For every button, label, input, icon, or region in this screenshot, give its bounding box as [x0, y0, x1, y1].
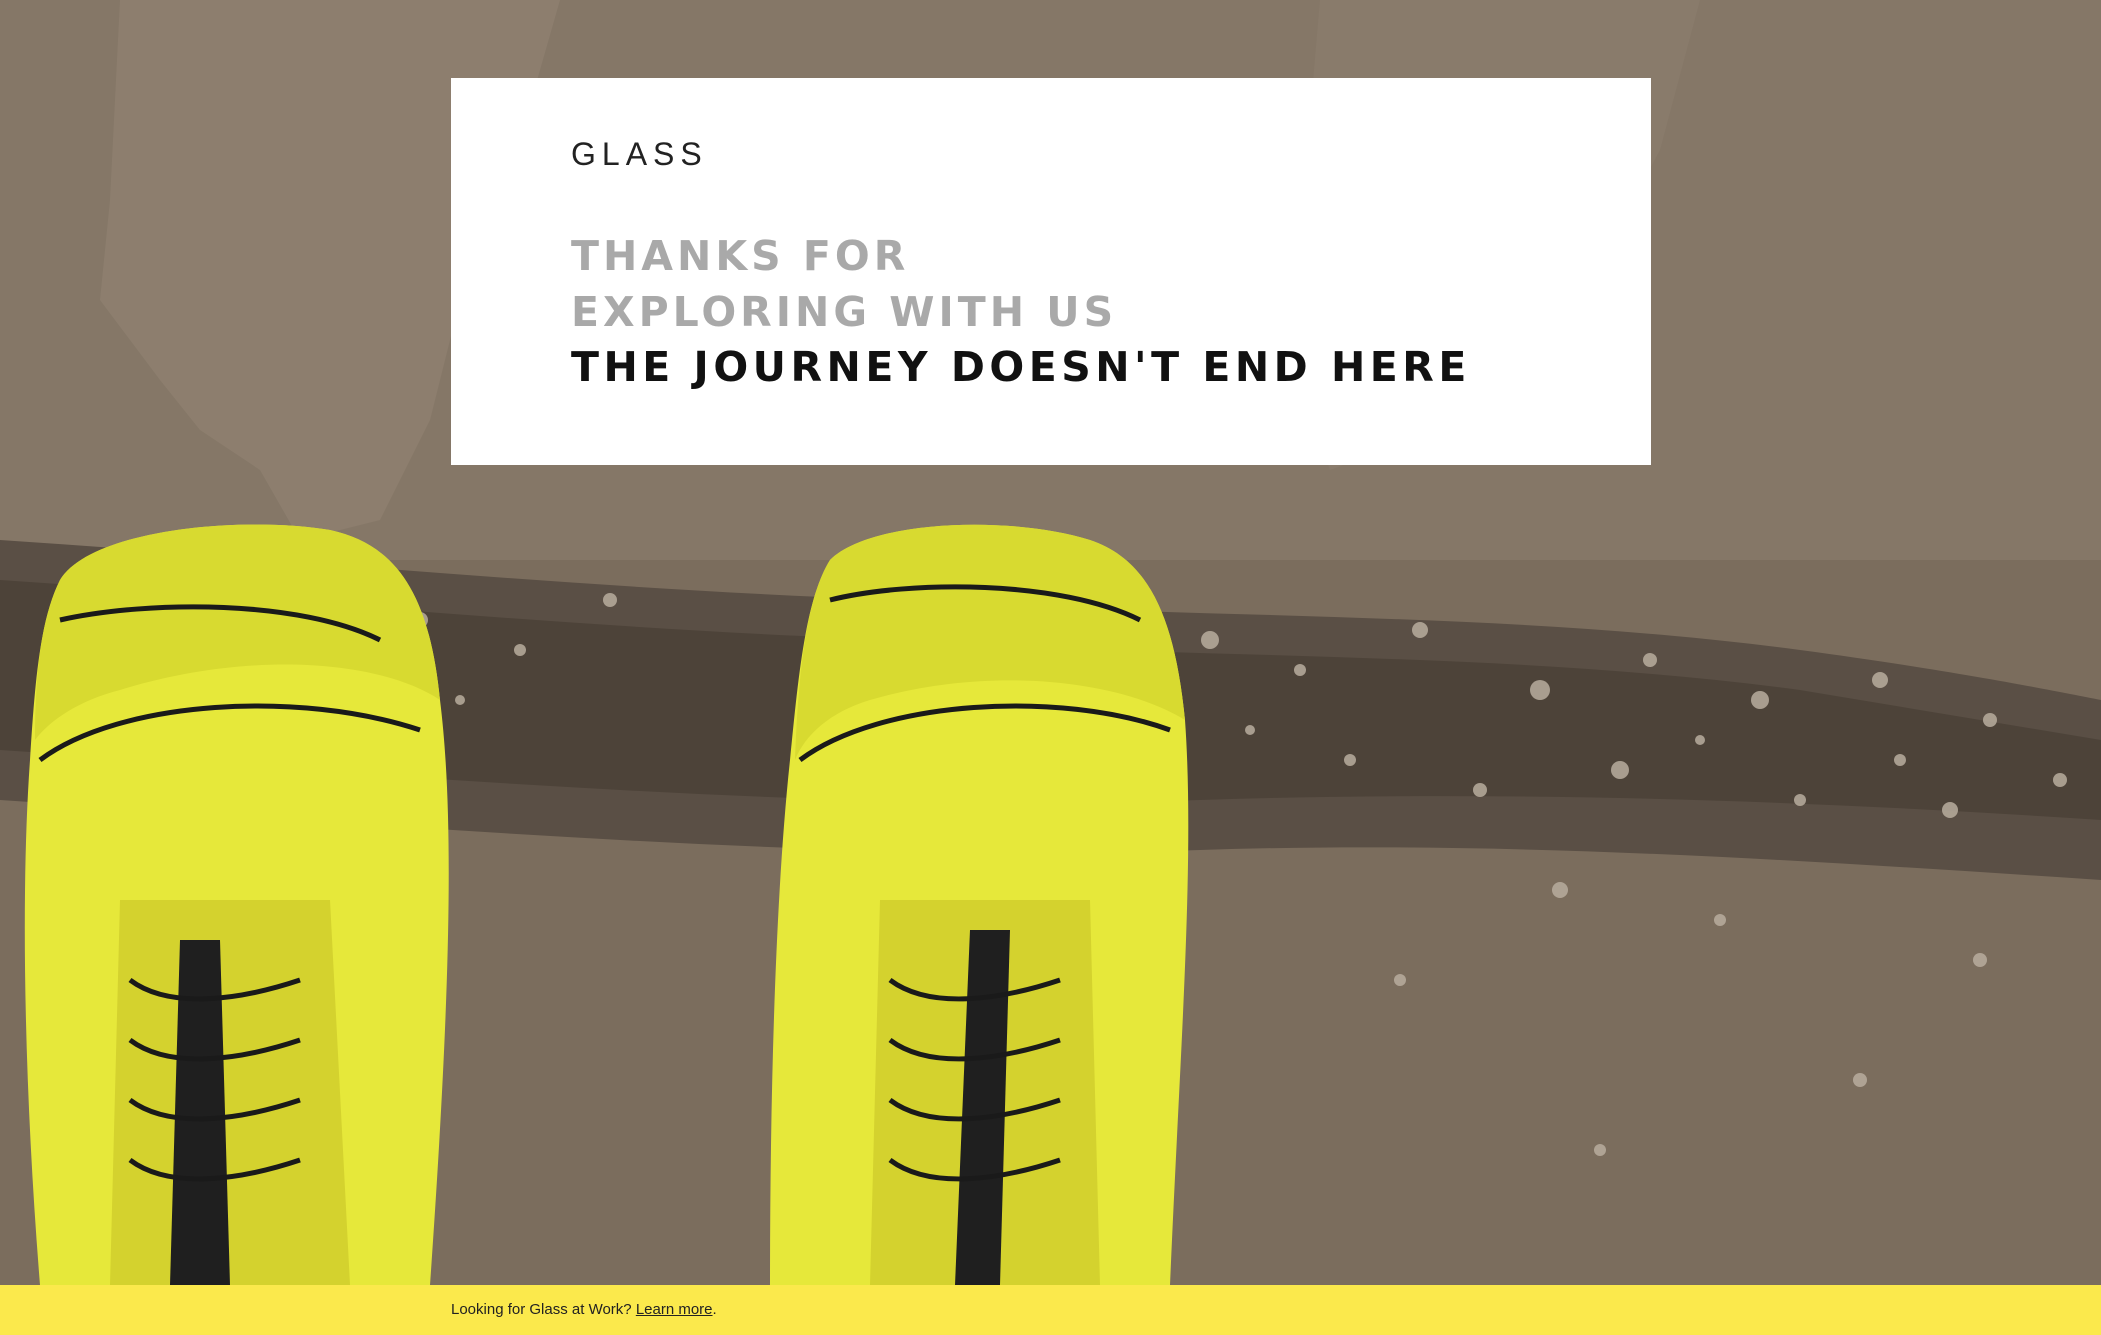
banner-prompt: Looking for Glass at Work?	[451, 1301, 632, 1318]
journey-subheadline: THE JOURNEY DOESN'T END HERE	[571, 343, 1471, 391]
glass-at-work-banner: Looking for Glass at Work? Learn more.	[0, 1285, 2101, 1335]
banner-trailing-period: .	[712, 1301, 717, 1318]
banner-text: Looking for Glass at Work? Learn more.	[451, 1301, 717, 1318]
glass-logo[interactable]: GLASS	[571, 138, 708, 170]
headline-line-2: EXPLORING WITH US	[571, 288, 1118, 336]
landing-page: GLASS THANKS FOR EXPLORING WITH US THE J…	[0, 0, 2101, 1335]
headline-line-1: THANKS FOR	[571, 232, 910, 280]
intro-card: GLASS THANKS FOR EXPLORING WITH US THE J…	[451, 78, 1651, 465]
thanks-headline: THANKS FOR EXPLORING WITH US	[571, 228, 1117, 340]
learn-more-link[interactable]: Learn more	[636, 1301, 713, 1318]
